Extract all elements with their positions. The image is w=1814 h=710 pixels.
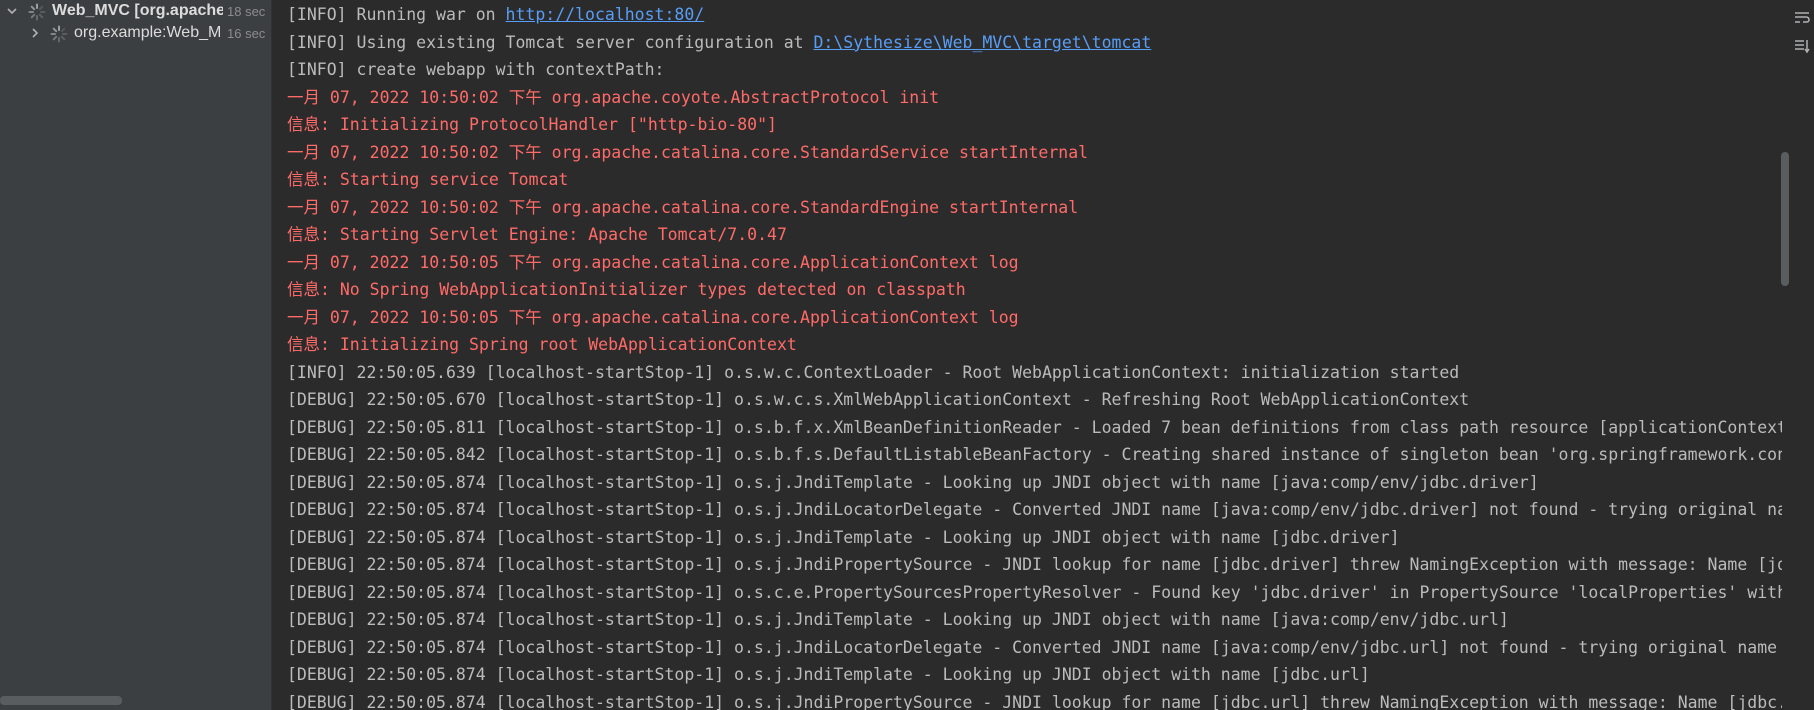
console-right-toolbar — [1790, 0, 1814, 710]
run-tree-item-label: Web_MVC [org.apache — [52, 2, 223, 19]
console-line-text: 一月 07, 2022 10:50:02 下午 org.apache.coyot… — [287, 87, 940, 107]
console-vertical-scrollbar[interactable] — [1781, 152, 1789, 286]
console-line-text: 一月 07, 2022 10:50:02 下午 org.apache.catal… — [287, 142, 1089, 162]
spinner-icon — [28, 3, 46, 21]
console-line: 一月 07, 2022 10:50:05 下午 org.apache.catal… — [287, 249, 1019, 276]
console-link[interactable]: D:\Sythesize\Web_MVC\target\tomcat — [814, 33, 1152, 52]
console-line: 信息: No Spring WebApplicationInitializer … — [287, 276, 966, 303]
console-line-text: 一月 07, 2022 10:50:02 下午 org.apache.catal… — [287, 197, 1079, 217]
console-line-text: [DEBUG] 22:50:05.874 [localhost-startSto… — [287, 637, 1778, 657]
console-line-text: [DEBUG] 22:50:05.874 [localhost-startSto… — [287, 582, 1782, 602]
console-line: [INFO] 22:50:05.639 [localhost-startStop… — [287, 359, 1459, 386]
console-line: [INFO] Running war on http://localhost:8… — [287, 1, 704, 28]
console-line-text: [INFO] 22:50:05.639 [localhost-startStop… — [287, 362, 1460, 382]
console-line-text: [DEBUG] 22:50:05.874 [localhost-startSto… — [287, 555, 1782, 574]
console-line: [INFO] Using existing Tomcat server conf… — [287, 29, 1151, 56]
run-tree-item-web-mvc[interactable]: Web_MVC [org.apache 18 sec — [0, 0, 271, 24]
tree-horizontal-scrollbar[interactable] — [0, 696, 122, 705]
console-line: 信息: Starting Servlet Engine: Apache Tomc… — [287, 221, 787, 248]
console-line-text: [DEBUG] 22:50:05.874 [localhost-startSto… — [287, 610, 1509, 629]
console-line: [DEBUG] 22:50:05.874 [localhost-startSto… — [287, 579, 1782, 606]
console-line-text: [DEBUG] 22:50:05.842 [localhost-startSto… — [287, 445, 1782, 464]
console-line: 信息: Initializing ProtocolHandler ["http-… — [287, 111, 777, 138]
run-tree-item-duration: 16 sec — [227, 26, 266, 41]
console-line: [DEBUG] 22:50:05.811 [localhost-startSto… — [287, 414, 1782, 441]
run-tree-item-label: org.example:Web_M — [74, 24, 222, 41]
console-line-text: [DEBUG] 22:50:05.670 [localhost-startSto… — [287, 390, 1470, 409]
console-line-text: [INFO] Using existing Tomcat server conf… — [287, 32, 814, 52]
run-tree-panel: Web_MVC [org.apache 18 sec org.example:W… — [0, 0, 271, 710]
console-line: [DEBUG] 22:50:05.874 [localhost-startSto… — [287, 634, 1777, 661]
run-tree-item-org-example[interactable]: org.example:Web_M 16 sec — [0, 22, 271, 46]
console-line: [DEBUG] 22:50:05.874 [localhost-startSto… — [287, 606, 1509, 633]
console-line-text: 信息: Starting Servlet Engine: Apache Tomc… — [287, 225, 787, 244]
console-line-text: [INFO] Running war on — [287, 5, 506, 24]
console-line: [DEBUG] 22:50:05.874 [localhost-startSto… — [287, 496, 1782, 523]
console-line: [DEBUG] 22:50:05.874 [localhost-startSto… — [287, 551, 1782, 578]
console-line: [DEBUG] 22:50:05.874 [localhost-startSto… — [287, 469, 1539, 496]
wrap-lines-icon[interactable] — [1794, 10, 1810, 26]
console-line-text: 一月 07, 2022 10:50:05 下午 org.apache.catal… — [287, 307, 1019, 327]
spinner-icon — [50, 25, 68, 43]
console-line-text: [DEBUG] 22:50:05.811 [localhost-startSto… — [287, 417, 1782, 437]
console-line: [DEBUG] 22:50:05.874 [localhost-startSto… — [287, 661, 1370, 688]
console-line: [INFO] create webapp with contextPath: — [287, 56, 665, 83]
console-line-text: [DEBUG] 22:50:05.874 [localhost-startSto… — [287, 500, 1782, 519]
chevron-right-icon[interactable] — [29, 27, 41, 39]
scroll-to-end-icon[interactable] — [1794, 38, 1810, 54]
console-line: [DEBUG] 22:50:05.874 [localhost-startSto… — [287, 689, 1782, 710]
console-line: 一月 07, 2022 10:50:05 下午 org.apache.catal… — [287, 304, 1019, 331]
console-line: 一月 07, 2022 10:50:02 下午 org.apache.catal… — [287, 139, 1088, 166]
console-line: 信息: Initializing Spring root WebApplicat… — [287, 331, 797, 358]
console-line: [DEBUG] 22:50:05.670 [localhost-startSto… — [287, 386, 1469, 413]
console-line-text: [DEBUG] 22:50:05.874 [localhost-startSto… — [287, 472, 1539, 492]
console-line: 一月 07, 2022 10:50:02 下午 org.apache.catal… — [287, 194, 1078, 221]
console-line-text: 信息: Initializing ProtocolHandler ["http-… — [287, 115, 777, 134]
console-line: [DEBUG] 22:50:05.874 [localhost-startSto… — [287, 524, 1400, 551]
console-line-text: 信息: Initializing Spring root WebApplicat… — [287, 335, 797, 354]
console-line: 信息: Starting service Tomcat — [287, 166, 568, 193]
console-line: 一月 07, 2022 10:50:02 下午 org.apache.coyot… — [287, 84, 939, 111]
console-line-text: 信息: No Spring WebApplicationInitializer … — [287, 280, 966, 299]
console-line-text: [DEBUG] 22:50:05.874 [localhost-startSto… — [287, 527, 1400, 547]
chevron-down-icon[interactable] — [6, 5, 18, 17]
console-line: [DEBUG] 22:50:05.842 [localhost-startSto… — [287, 441, 1782, 468]
console-link[interactable]: http://localhost:80/ — [506, 5, 705, 24]
console-line-text: [DEBUG] 22:50:05.874 [localhost-startSto… — [287, 692, 1782, 710]
console-output[interactable]: [INFO] Running war on http://localhost:8… — [272, 0, 1782, 710]
console-line-text: [DEBUG] 22:50:05.874 [localhost-startSto… — [287, 665, 1370, 684]
console-line-text: 一月 07, 2022 10:50:05 下午 org.apache.catal… — [287, 252, 1019, 272]
console-line-text: 信息: Starting service Tomcat — [287, 170, 569, 189]
console-line-text: [INFO] create webapp with contextPath: — [287, 60, 665, 79]
run-tree-item-duration: 18 sec — [227, 4, 266, 19]
